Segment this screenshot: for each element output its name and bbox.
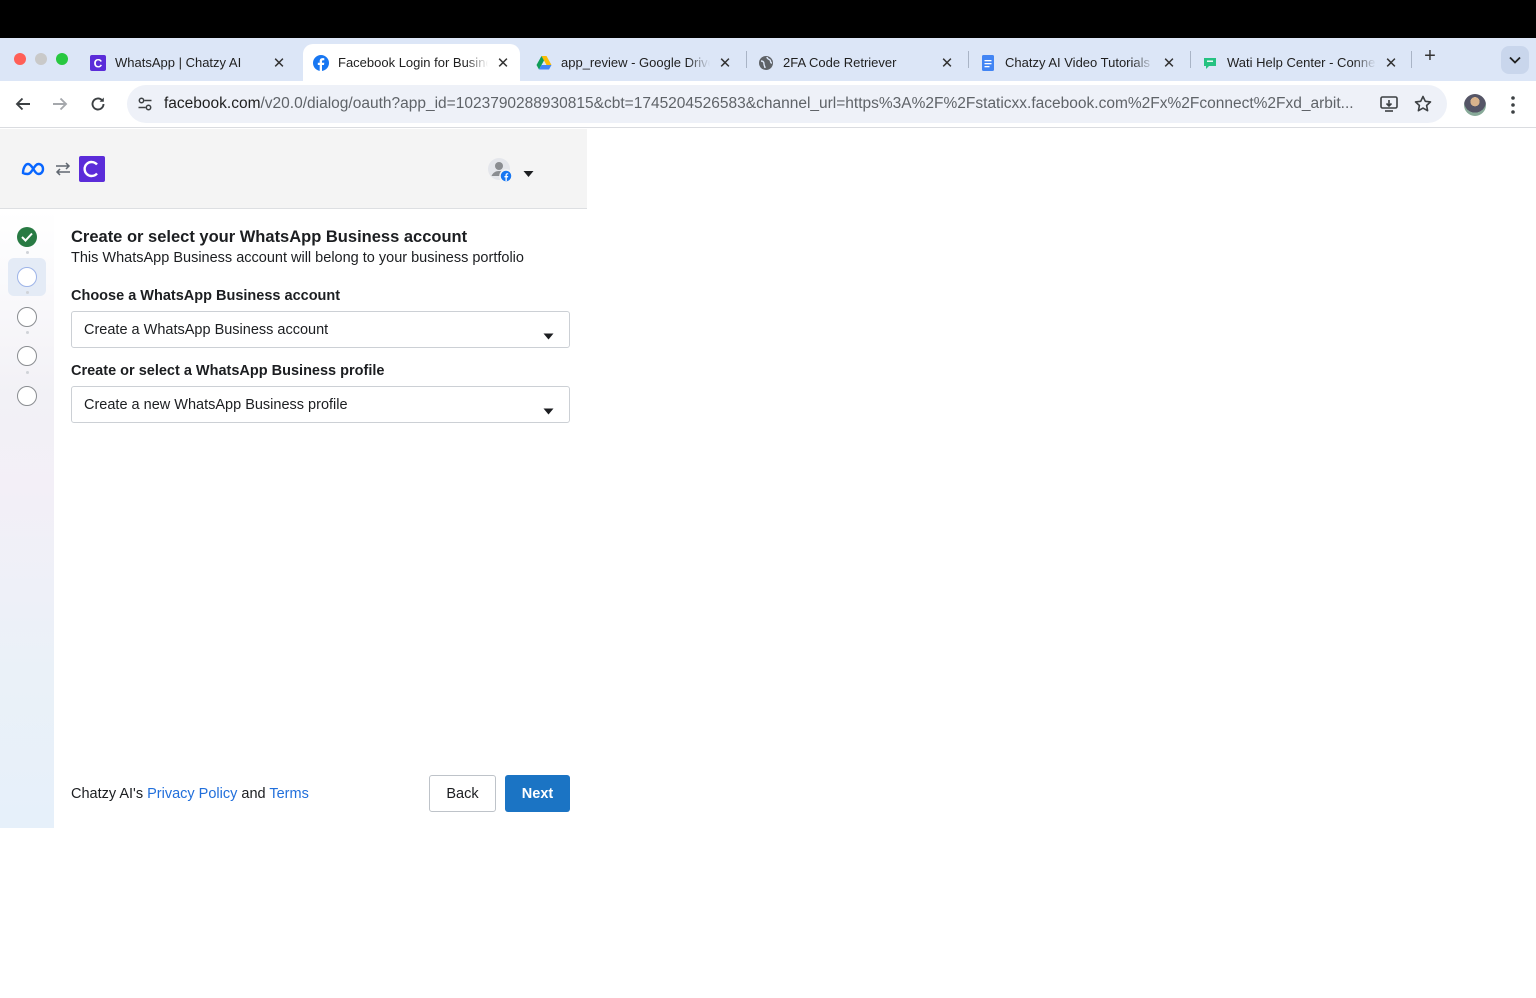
whatsapp-account-select[interactable]: Create a WhatsApp Business account <box>71 311 570 348</box>
step-2-current <box>17 267 37 287</box>
close-window-button[interactable] <box>14 53 26 65</box>
install-app-icon[interactable] <box>1379 94 1399 114</box>
account-avatar-icon[interactable] <box>487 157 513 183</box>
google-docs-icon <box>980 54 996 71</box>
back-button[interactable]: Back <box>429 775 496 812</box>
step-4 <box>17 346 37 366</box>
bookmark-star-icon[interactable] <box>1413 94 1433 114</box>
svg-text:C: C <box>94 56 103 70</box>
tab-facebook-login[interactable]: Facebook Login for Business ✕ <box>303 44 520 81</box>
whatsapp-account-label: Choose a WhatsApp Business account <box>71 288 341 304</box>
footer-prefix: Chatzy AI's <box>71 786 148 802</box>
tab-title: Wati Help Center - Connect <box>1227 55 1376 70</box>
browser-toolbar: facebook.com/v20.0/dialog/oauth?app_id=1… <box>0 81 1536 128</box>
arrow-right-icon <box>53 97 68 111</box>
reload-button[interactable] <box>87 93 109 115</box>
wati-icon <box>1202 55 1218 71</box>
tab-strip: C WhatsApp | Chatzy AI ✕ Facebook Login … <box>0 38 1536 81</box>
swap-arrows-icon <box>54 160 72 178</box>
site-info-icon[interactable] <box>135 94 155 114</box>
step-5 <box>17 386 37 406</box>
step-connector <box>26 251 29 254</box>
close-tab-icon[interactable]: ✕ <box>494 54 512 72</box>
browser-window: C WhatsApp | Chatzy AI ✕ Facebook Login … <box>0 0 1536 998</box>
url-path: /v20.0/dialog/oauth?app_id=1023790288930… <box>260 95 1354 112</box>
step-connector <box>26 331 29 334</box>
tab-title: WhatsApp | Chatzy AI <box>115 55 242 70</box>
terms-link[interactable]: Terms <box>269 786 308 802</box>
chevron-down-icon <box>1509 56 1521 64</box>
tab-separator <box>1190 51 1191 68</box>
tab-separator <box>746 51 747 68</box>
privacy-policy-link[interactable]: Privacy Policy <box>147 786 237 802</box>
footer-and: and <box>237 786 270 802</box>
tab-title: 2FA Code Retriever <box>783 55 897 70</box>
chatzy-app-logo <box>79 156 105 182</box>
forward-nav-button[interactable] <box>49 93 71 115</box>
address-bar[interactable]: facebook.com/v20.0/dialog/oauth?app_id=1… <box>127 85 1447 123</box>
close-tab-icon[interactable]: ✕ <box>1160 54 1178 72</box>
back-nav-button[interactable] <box>12 93 34 115</box>
meta-logo-icon <box>20 159 46 179</box>
screen-top-bar <box>0 0 1536 38</box>
tab-separator <box>968 51 969 68</box>
profile-avatar[interactable] <box>1464 94 1486 116</box>
globe-icon <box>758 55 774 71</box>
google-drive-icon <box>536 55 552 71</box>
reload-icon <box>91 97 105 111</box>
caret-down-icon <box>543 327 554 340</box>
maximize-window-button[interactable] <box>56 53 68 65</box>
business-profile-select[interactable]: Create a new WhatsApp Business profile <box>71 386 570 423</box>
facebook-icon <box>313 54 329 71</box>
url-host: facebook.com <box>164 95 261 112</box>
caret-down-icon <box>543 402 554 415</box>
progress-stepper <box>0 210 54 828</box>
arrow-left-icon <box>15 97 30 111</box>
policy-footer: Chatzy AI's Privacy Policy and Terms <box>71 786 309 802</box>
step-connector <box>26 371 29 374</box>
tab-title: Chatzy AI Video Tutorials <box>1005 55 1151 70</box>
step-connector <box>26 291 29 294</box>
facebook-login-dialog: Create or select your WhatsApp Business … <box>0 129 587 828</box>
step-1-complete <box>17 227 37 247</box>
more-menu-icon[interactable] <box>1505 94 1521 116</box>
tab-chatzy[interactable]: C WhatsApp | Chatzy AI ✕ <box>80 44 296 81</box>
dialog-header <box>0 129 587 209</box>
chatzy-logo-icon: C <box>90 54 106 71</box>
business-profile-label: Create or select a WhatsApp Business pro… <box>71 363 385 379</box>
tab-separator <box>1411 51 1412 68</box>
tab-wati-help[interactable]: Wati Help Center - Connect ✕ <box>1192 44 1408 81</box>
close-tab-icon[interactable]: ✕ <box>1382 54 1400 72</box>
caret-down-icon[interactable] <box>523 165 534 177</box>
minimize-window-button[interactable] <box>35 53 47 65</box>
tab-2fa-retriever[interactable]: 2FA Code Retriever ✕ <box>748 44 964 81</box>
step-3 <box>17 307 37 327</box>
select-value: Create a WhatsApp Business account <box>84 322 329 338</box>
close-tab-icon[interactable]: ✕ <box>938 54 956 72</box>
close-tab-icon[interactable]: ✕ <box>270 54 288 72</box>
close-tab-icon[interactable]: ✕ <box>716 54 734 72</box>
tab-search-button[interactable] <box>1501 46 1529 74</box>
tab-title: app_review - Google Drive <box>561 55 710 70</box>
dialog-title: Create or select your WhatsApp Business … <box>71 228 468 246</box>
new-tab-button[interactable]: + <box>1420 46 1440 66</box>
checkmark-icon <box>21 232 33 242</box>
dialog-subtitle: This WhatsApp Business account will belo… <box>71 250 524 266</box>
next-button[interactable]: Next <box>505 775 570 812</box>
tab-chatzy-tutorials[interactable]: Chatzy AI Video Tutorials ✕ <box>970 44 1186 81</box>
tab-google-drive[interactable]: app_review - Google Drive ✕ <box>526 44 742 81</box>
select-value: Create a new WhatsApp Business profile <box>84 397 348 413</box>
url-text[interactable]: facebook.com/v20.0/dialog/oauth?app_id=1… <box>164 95 1369 113</box>
tab-title: Facebook Login for Business <box>338 55 488 70</box>
